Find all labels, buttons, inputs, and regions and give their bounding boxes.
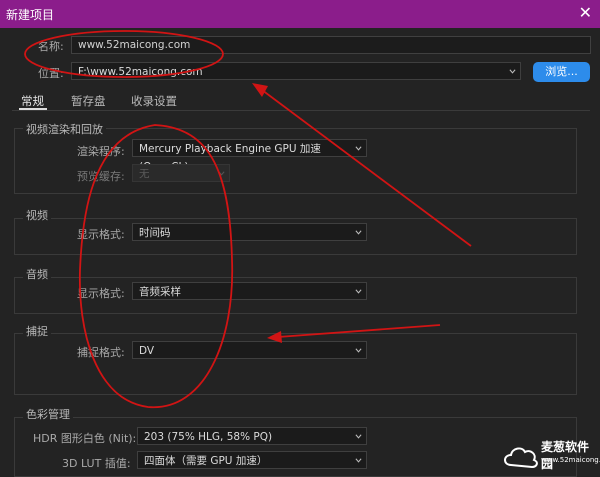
preview-cache-label: 预览缓存: bbox=[77, 170, 125, 183]
video-render-group bbox=[14, 128, 577, 194]
lut-interp-label: 3D LUT 插值: bbox=[62, 457, 131, 470]
capture-format-value: DV bbox=[139, 345, 155, 357]
name-input[interactable]: www.52maicong.com bbox=[71, 36, 591, 54]
chevron-down-icon bbox=[355, 289, 362, 294]
preview-cache-select: 无 bbox=[132, 164, 230, 182]
chevron-down-icon bbox=[355, 146, 362, 151]
preview-cache-value: 无 bbox=[139, 168, 150, 180]
tab-scratch-disks[interactable]: 暂存盘 bbox=[71, 93, 106, 109]
window-title: 新建项目 bbox=[6, 8, 55, 22]
audio-title: 音频 bbox=[23, 266, 51, 282]
watermark-text: 麦葱软件园 bbox=[541, 440, 590, 471]
watermark-url: www.52maicong.com bbox=[541, 456, 600, 464]
color-management-title: 色彩管理 bbox=[23, 406, 73, 422]
capture-format-select[interactable]: DV bbox=[132, 341, 367, 359]
close-icon[interactable]: ✕ bbox=[579, 3, 592, 22]
annotation-arrowhead-top bbox=[252, 83, 268, 97]
capture-format-label: 捕捉格式: bbox=[77, 346, 125, 359]
chevron-down-icon bbox=[355, 230, 362, 235]
audio-format-value: 音频采样 bbox=[139, 286, 181, 298]
tab-general[interactable]: 常规 bbox=[21, 93, 44, 109]
chevron-down-icon bbox=[355, 434, 362, 439]
tab-divider bbox=[12, 110, 590, 111]
renderer-label: 渲染程序: bbox=[77, 145, 125, 158]
location-select[interactable]: F:\www.52maicong.com bbox=[71, 62, 521, 80]
hdr-white-label: HDR 图形白色 (Nit): bbox=[33, 432, 137, 445]
name-label: 名称: bbox=[38, 40, 64, 53]
lut-interp-select[interactable]: 四面体（需要 GPU 加速） bbox=[137, 451, 367, 469]
browse-button[interactable]: 浏览... bbox=[533, 62, 590, 82]
hdr-white-value: 203 (75% HLG, 58% PQ) bbox=[144, 431, 273, 443]
video-format-label: 显示格式: bbox=[77, 228, 125, 241]
video-title: 视频 bbox=[23, 207, 51, 223]
lut-interp-value: 四面体（需要 GPU 加速） bbox=[144, 455, 268, 467]
video-format-value: 时间码 bbox=[139, 227, 171, 239]
location-value: F:\www.52maicong.com bbox=[78, 66, 203, 78]
hdr-white-select[interactable]: 203 (75% HLG, 58% PQ) bbox=[137, 427, 367, 445]
chevron-down-icon bbox=[355, 348, 362, 353]
chevron-down-icon bbox=[509, 69, 516, 74]
tab-ingest-settings[interactable]: 收录设置 bbox=[131, 93, 177, 109]
video-format-select[interactable]: 时间码 bbox=[132, 223, 367, 241]
capture-title: 捕捉 bbox=[23, 323, 51, 339]
title-bar: 新建项目 ✕ bbox=[0, 0, 600, 28]
audio-format-label: 显示格式: bbox=[77, 287, 125, 300]
renderer-select[interactable]: Mercury Playback Engine GPU 加速 (OpenCL) bbox=[132, 139, 367, 173]
location-label: 位置: bbox=[38, 67, 64, 80]
chevron-down-icon bbox=[218, 171, 225, 176]
video-render-title: 视频渲染和回放 bbox=[23, 121, 106, 137]
chevron-down-icon bbox=[355, 458, 362, 463]
audio-format-select[interactable]: 音频采样 bbox=[132, 282, 367, 300]
cloud-icon bbox=[504, 447, 538, 469]
